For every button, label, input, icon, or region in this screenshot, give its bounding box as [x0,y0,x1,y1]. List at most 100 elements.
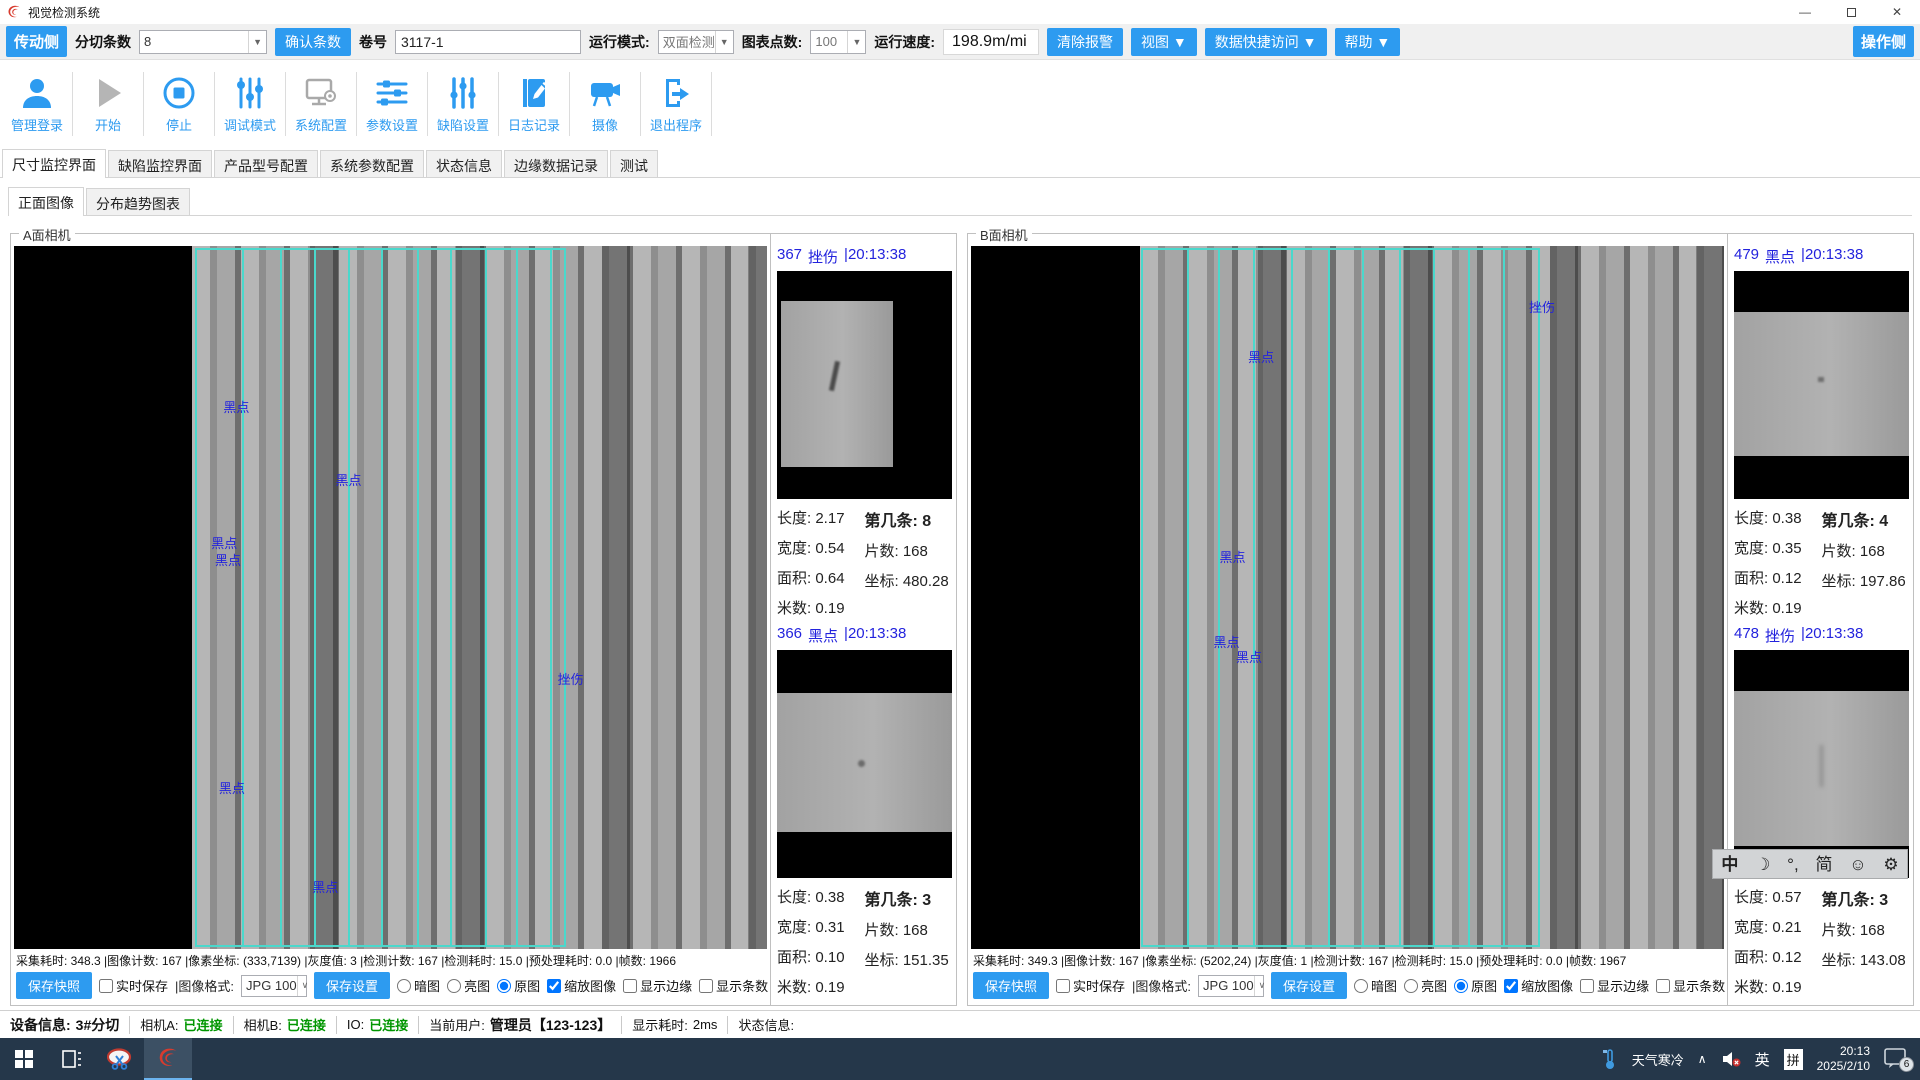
show-count-checkbox[interactable]: 显示条数 [1656,976,1725,995]
show-count-label: 显示条数 [1673,976,1725,995]
defect-id: 479 [1734,246,1759,267]
save-snapshot-button[interactable]: 保存快照 [973,972,1049,999]
camera-b-image[interactable]: 挫伤黑点黑点黑点黑点 [971,246,1724,949]
data-quick-access-button[interactable]: 数据快捷访问 ▼ [1205,28,1327,56]
show-count-checkbox[interactable]: 显示条数 [699,976,768,995]
save-settings-button[interactable]: 保存设置 [314,972,390,999]
ime-indicator[interactable]: 拼 [1784,1049,1803,1070]
sub-tab-strip: 正面图像 分布趋势图表 [8,186,1912,216]
image-format-select[interactable]: JPG 100∨ [241,975,307,997]
bright-image-radio[interactable]: 亮图 [447,976,490,995]
zoom-image-checkbox[interactable]: 缩放图像 [547,976,616,995]
defect-thumbnail[interactable] [1734,271,1909,499]
run-mode-select[interactable]: 双面检测▼ [658,30,734,54]
realtime-save-checkbox[interactable]: 实时保存 [1056,976,1125,995]
dark-image-radio[interactable]: 暗图 [1354,976,1397,995]
strip-boundary-line [485,248,487,947]
language-indicator[interactable]: 英 [1755,1049,1770,1070]
strip-value: 8 [922,513,931,530]
close-button[interactable]: ✕ [1874,0,1920,24]
save-snapshot-button[interactable]: 保存快照 [16,972,92,999]
chart-points-select[interactable]: 100▼ [810,30,866,54]
maximize-button[interactable] [1828,0,1874,24]
tab-product-model-config[interactable]: 产品型号配置 [214,150,318,177]
exit-icon [658,75,694,111]
roll-number-input[interactable] [395,30,581,54]
show-edge-checkbox[interactable]: 显示边缘 [623,976,692,995]
defect-time: |20:13:38 [1801,625,1863,646]
inspection-app-taskbar-button[interactable] [144,1038,192,1080]
defect-overlay-label: 黑点 [336,470,362,489]
area-label: 面积: [777,570,811,587]
defect-stats: 长度: 2.17 宽度: 0.54 面积: 0.64 米数: 0.19 第几条:… [777,499,952,618]
start-button[interactable]: 开始 [75,60,141,148]
help-menu-button[interactable]: 帮助 ▼ [1335,28,1401,56]
taskbar-clock[interactable]: 20:13 2025/2/10 [1817,1044,1870,1074]
camera-a-image[interactable]: 黑点黑点黑点黑点挫伤黑点黑点 [14,246,767,949]
tab-distribution-trend[interactable]: 分布趋势图表 [86,188,190,215]
bright-image-radio[interactable]: 亮图 [1404,976,1447,995]
hidden-icons-chevron[interactable]: ∧ [1698,1052,1707,1066]
ime-settings-gear-icon[interactable]: ⚙ [1883,856,1898,873]
tab-system-param-config[interactable]: 系统参数配置 [320,150,424,177]
camera-b-defect-panel: 479 黑点 |20:13:38 长度: 0.38 宽度: 0.35 面积: 0… [1727,234,1913,1005]
defect-overlay-label: 挫伤 [558,669,584,688]
debug-mode-button[interactable]: 调试模式 [217,60,283,148]
stop-button[interactable]: 停止 [146,60,212,148]
strip-boundary-line [242,248,244,947]
original-image-radio[interactable]: 原图 [497,976,540,995]
tab-test[interactable]: 测试 [610,150,658,177]
snipping-tool-button[interactable] [96,1038,144,1080]
defect-id: 478 [1734,625,1759,646]
strip-count-select[interactable]: 8▼ [139,30,267,54]
ime-simplified-icon[interactable]: 简 [1815,856,1832,873]
defect-thumbnail[interactable] [777,271,952,499]
system-config-button[interactable]: 系统配置 [288,60,354,148]
save-settings-button[interactable]: 保存设置 [1271,972,1347,999]
confirm-strips-button[interactable]: 确认条数 [275,28,351,56]
ime-chinese-mode-icon[interactable]: 中 [1721,856,1738,873]
zoom-image-checkbox[interactable]: 缩放图像 [1504,976,1573,995]
defect-header: 366 黑点 |20:13:38 [777,623,952,650]
tool-label: 摄像 [592,115,618,134]
weather-status[interactable]: 天气寒冷 [1632,1050,1684,1069]
run-mode-value: 双面检测 [663,32,715,51]
tab-defect-monitor[interactable]: 缺陷监控界面 [108,150,212,177]
original-image-radio[interactable]: 原图 [1454,976,1497,995]
operator-side-button[interactable]: 操作侧 [1853,26,1914,57]
defect-thumbnail[interactable] [1734,650,1909,878]
realtime-save-checkbox[interactable]: 实时保存 [99,976,168,995]
pieces-label: 片数: [1822,543,1856,560]
image-format-select[interactable]: JPG 100∨ [1198,975,1264,997]
tab-size-monitor[interactable]: 尺寸监控界面 [2,149,106,178]
defect-overlay-label: 黑点 [219,778,245,797]
minimize-button[interactable]: — [1782,0,1828,24]
clear-alarm-button[interactable]: 清除报警 [1047,28,1123,56]
defect-settings-button[interactable]: 缺陷设置 [430,60,496,148]
show-edge-label: 显示边缘 [640,976,692,995]
parameter-settings-button[interactable]: 参数设置 [359,60,425,148]
dark-image-radio[interactable]: 暗图 [397,976,440,995]
start-button[interactable] [0,1038,48,1080]
show-edge-checkbox[interactable]: 显示边缘 [1580,976,1649,995]
ime-halfmoon-icon[interactable]: ☽ [1755,856,1770,873]
volume-muted-icon[interactable] [1721,1051,1741,1067]
notification-center-button[interactable]: 6 [1884,1048,1910,1070]
defect-thumbnail[interactable] [777,650,952,878]
log-record-button[interactable]: 日志记录 [501,60,567,148]
ime-emoji-icon[interactable]: ☺ [1849,856,1866,873]
tab-status-info[interactable]: 状态信息 [426,150,502,177]
admin-login-button[interactable]: 管理登录 [4,60,70,148]
tab-front-image[interactable]: 正面图像 [8,187,84,216]
exit-program-button[interactable]: 退出程序 [643,60,709,148]
defect-type: 挫伤 [808,246,838,267]
chart-points-value: 100 [815,34,837,49]
tool-label: 停止 [166,115,192,134]
view-menu-button[interactable]: 视图 ▼ [1131,28,1197,56]
camera-capture-button[interactable]: 摄像 [572,60,638,148]
defect-overlay-label: 挫伤 [1529,297,1555,316]
ime-punctuation-icon[interactable]: °, [1787,856,1799,873]
task-view-button[interactable] [48,1038,96,1080]
tab-edge-data-record[interactable]: 边缘数据记录 [504,150,608,177]
drive-side-button[interactable]: 传动侧 [6,26,67,57]
